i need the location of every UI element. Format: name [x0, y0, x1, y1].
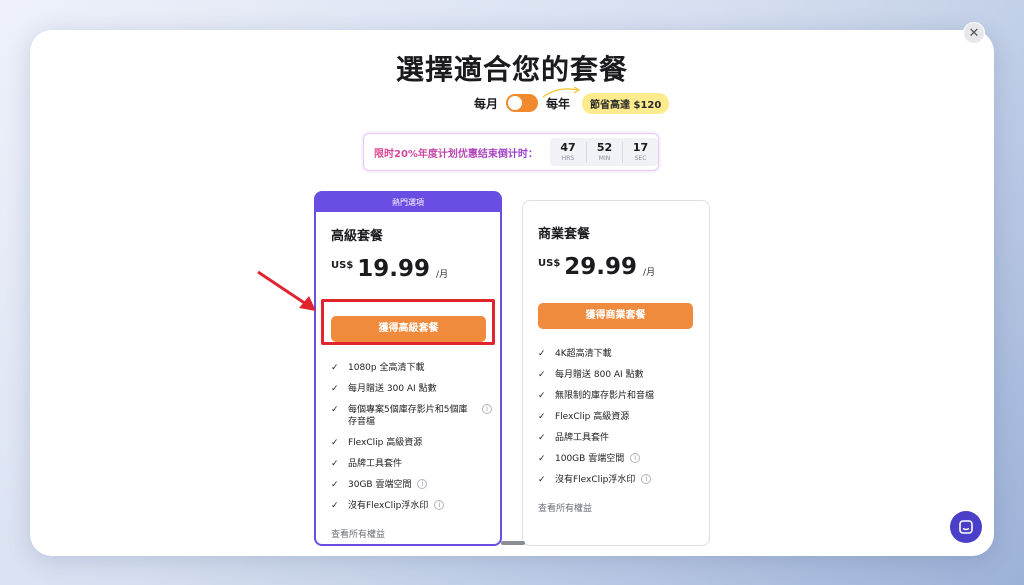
premium-plan-card: 熱門選項 高級套餐 US$ 19.99 /月 獲得高級套餐 ✓ 1080p 全高清…: [314, 191, 502, 546]
check-icon: ✓: [538, 349, 546, 359]
feature-item: ✓ 沒有FlexClip浮水印 i: [331, 500, 500, 521]
scroll-handle[interactable]: [501, 541, 525, 545]
view-all-benefits-link[interactable]: 查看所有權益: [331, 527, 500, 540]
check-icon: ✓: [331, 459, 339, 469]
price-currency: US$: [331, 260, 354, 271]
timer-minutes: 52 MIN: [586, 140, 622, 163]
plan-price: US$ 19.99 /月: [331, 256, 500, 282]
plan-price: US$ 29.99 /月: [538, 254, 709, 280]
feature-text: 1080p 全高清下載: [348, 363, 425, 373]
check-icon: ✓: [538, 433, 546, 443]
feature-text: 每月贈送 300 AI 點數: [348, 384, 437, 394]
plan-name: 高級套餐: [331, 229, 384, 244]
feature-item: ✓ FlexClip 高級資源: [538, 411, 709, 432]
billing-toggle[interactable]: [506, 94, 539, 112]
check-icon: ✓: [538, 391, 546, 401]
price-currency: US$: [538, 258, 561, 269]
feature-item: ✓ FlexClip 高級資源: [331, 437, 500, 458]
check-icon: ✓: [331, 405, 339, 415]
chat-icon[interactable]: [950, 511, 982, 543]
check-icon: ✓: [538, 412, 546, 422]
seconds-label: SEC: [634, 154, 647, 162]
feature-item: ✓ 每月贈送 300 AI 點數: [331, 383, 500, 404]
feature-text: 4K超高清下載: [555, 349, 612, 359]
business-plan-card: 商業套餐 US$ 29.99 /月 獲得商業套餐 ✓ 4K超高清下載 ✓ 每月贈送 …: [522, 200, 710, 546]
feature-text: 30GB 雲端空間: [348, 480, 412, 490]
countdown-banner: 限时20%年度计划优惠结束倒计时： 47 HRS 52 MIN 17 SEC: [363, 133, 659, 171]
countdown-timer: 47 HRS 52 MIN 17 SEC: [550, 138, 658, 166]
feature-item: ✓ 4K超高清下載: [538, 348, 709, 369]
info-icon[interactable]: i: [417, 479, 428, 489]
billing-period-switch: 每月 每年 節省高達 $120: [474, 92, 670, 114]
feature-item: ✓ 100GB 雲端空間 i: [538, 453, 709, 474]
chat-bubble-icon: [959, 520, 973, 534]
seconds-value: 17: [632, 140, 649, 154]
info-icon[interactable]: i: [641, 474, 652, 484]
page-title: 選擇適合您的套餐: [395, 53, 628, 86]
close-icon[interactable]: ✕: [963, 22, 985, 44]
plan-name: 商業套餐: [538, 227, 591, 242]
feature-text: FlexClip 高級資源: [555, 412, 630, 422]
feature-list: ✓ 4K超高清下載 ✓ 每月贈送 800 AI 點數 ✓ 無限制的庫存影片和音檔 ✓ F…: [523, 348, 709, 495]
timer-seconds: 17 SEC: [622, 140, 658, 163]
feature-text: 沒有FlexClip浮水印: [555, 475, 636, 485]
feature-item: ✓ 無限制的庫存影片和音檔: [538, 390, 709, 411]
minutes-value: 52: [596, 140, 613, 154]
get-business-button[interactable]: 獲得商業套餐: [538, 303, 693, 329]
yearly-label[interactable]: 每年: [546, 95, 570, 112]
feature-text: 無限制的庫存影片和音檔: [555, 391, 655, 401]
info-icon[interactable]: i: [630, 453, 641, 463]
check-icon: ✓: [538, 475, 546, 485]
minutes-label: MIN: [598, 154, 611, 162]
check-icon: ✓: [331, 480, 339, 490]
price-period: /月: [643, 268, 656, 278]
hours-value: 47: [560, 140, 576, 154]
feature-text: 沒有FlexClip浮水印: [348, 501, 429, 511]
feature-item: ✓ 品牌工具套件: [331, 458, 500, 479]
feature-text: 100GB 雲端空間: [555, 454, 625, 464]
feature-item: ✓ 30GB 雲端空間 i: [331, 479, 500, 500]
info-icon[interactable]: i: [482, 404, 492, 414]
monthly-label[interactable]: 每月: [474, 95, 498, 112]
timer-hours: 47 HRS: [550, 140, 586, 163]
feature-item: ✓ 品牌工具套件: [538, 432, 709, 453]
popular-ribbon: 熱門選項: [316, 193, 500, 212]
toggle-knob: [508, 96, 523, 110]
feature-text: 品牌工具套件: [555, 433, 610, 443]
feature-item: ✓ 每月贈送 800 AI 點數: [538, 369, 709, 390]
price-amount: 19.99: [357, 256, 431, 282]
check-icon: ✓: [538, 454, 546, 464]
annotation-highlight-box: [321, 299, 495, 345]
info-icon[interactable]: i: [434, 500, 445, 510]
annotation-arrow-icon: [257, 270, 316, 311]
save-badge: 節省高達 $120: [582, 92, 670, 114]
feature-text: 品牌工具套件: [348, 459, 403, 469]
feature-item: ✓ 每個專案5個庫存影片和5個庫存音檔 i: [331, 404, 500, 437]
check-icon: ✓: [538, 370, 546, 380]
view-all-benefits-link[interactable]: 查看所有權益: [538, 501, 709, 514]
price-amount: 29.99: [564, 254, 638, 280]
feature-item: ✓ 沒有FlexClip浮水印 i: [538, 474, 709, 495]
feature-list: ✓ 1080p 全高清下載 ✓ 每月贈送 300 AI 點數 ✓ 每個專案5個庫存影片…: [316, 362, 500, 521]
price-period: /月: [436, 270, 449, 280]
countdown-text: 限时20%年度计划优惠结束倒计时：: [374, 145, 542, 160]
check-icon: ✓: [331, 501, 339, 511]
feature-text: 每月贈送 800 AI 點數: [555, 370, 644, 380]
hours-label: HRS: [561, 154, 575, 162]
check-icon: ✓: [331, 438, 339, 448]
feature-text: FlexClip 高級資源: [348, 438, 423, 448]
feature-text: 每個專案5個庫存影片和5個庫存音檔: [348, 405, 468, 427]
check-icon: ✓: [331, 363, 339, 373]
check-icon: ✓: [331, 384, 339, 394]
feature-item: ✓ 1080p 全高清下載: [331, 362, 500, 383]
